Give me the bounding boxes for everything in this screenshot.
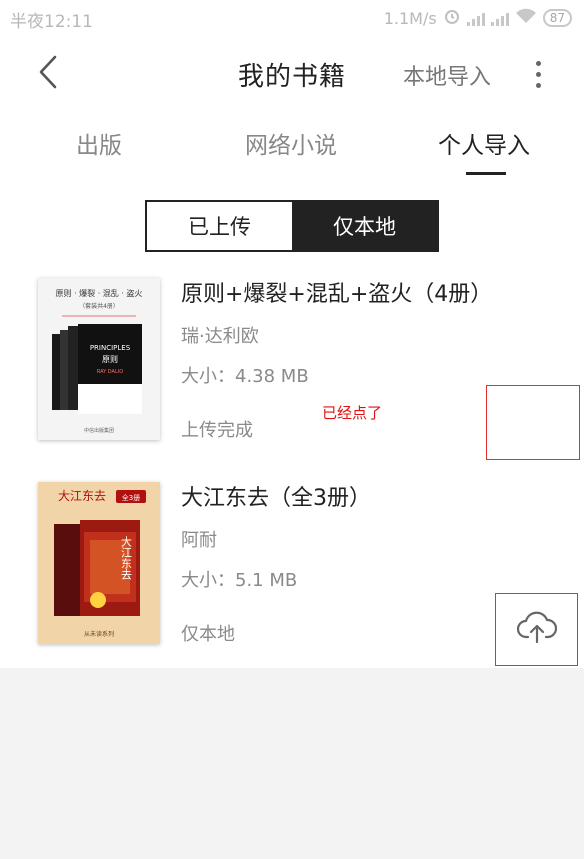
segment-uploaded[interactable]: 已上传 (147, 202, 292, 250)
battery-level: 87 (549, 11, 565, 25)
page: 半夜12:11 1.1M/s 87 我的书籍 本地导入 出版 网络小说 个人导入 (0, 0, 584, 668)
tab-publish[interactable]: 出版 (76, 126, 122, 160)
cover-badge: 全3册 (122, 493, 140, 502)
book-status: 仅本地 (181, 624, 235, 645)
cover-headline: 原则 · 爆裂 · 混乱 · 盗火 (56, 288, 143, 298)
cloud-upload-icon (516, 611, 558, 649)
cover-english-title: PRINCIPLES (90, 344, 131, 352)
tab-active-indicator (466, 172, 506, 175)
status-time: 半夜12:11 (10, 12, 93, 32)
cover-headline: 大江东去 (58, 489, 106, 503)
annotation-note: 已经点了 (322, 404, 383, 422)
cover-vertical-title: 大江东去 (120, 535, 133, 580)
category-tabs: 出版 网络小说 个人导入 (0, 120, 584, 180)
local-import-button[interactable]: 本地导入 (403, 59, 491, 91)
alarm-icon (443, 7, 461, 29)
book-cover: 大江东去 全3册 大江东去 从未读系列 (38, 482, 160, 644)
status-bar: 半夜12:11 1.1M/s 87 (0, 0, 584, 36)
page-title: 我的书籍 (237, 62, 346, 92)
cover-publisher: 中信出版集团 (84, 427, 114, 434)
cover-publisher: 从未读系列 (84, 630, 114, 638)
tab-web-novel[interactable]: 网络小说 (245, 126, 337, 160)
book-title: 原则+爆裂+混乱+盗火（4册） (181, 282, 493, 307)
status-right: 1.1M/s 87 (384, 7, 572, 29)
cover-chinese-title: 原则 (102, 354, 118, 364)
cover-subtitle: （套装共4册） (79, 302, 119, 310)
more-vertical-icon[interactable] (528, 54, 548, 94)
battery-icon: 87 (542, 9, 572, 27)
signal-icon-2 (490, 10, 509, 26)
network-speed: 1.1M/s (383, 8, 437, 28)
upload-filter-segment: 已上传 仅本地 (145, 200, 439, 252)
tab-personal-import[interactable]: 个人导入 (438, 126, 530, 160)
cover-author: RAY DALIO (97, 369, 123, 375)
book-size: 大小：4.38 MB (181, 366, 309, 387)
app-header: 我的书籍 本地导入 (0, 44, 584, 104)
segment-local-only[interactable]: 仅本地 (292, 202, 437, 250)
book-size: 大小：5.1 MB (181, 570, 298, 591)
book-title: 大江东去（全3册） (181, 486, 371, 511)
book-author: 瑞·达利欧 (181, 326, 259, 347)
book-cover: 原则 · 爆裂 · 混乱 · 盗火 （套装共4册） PRINCIPLES 原则 … (38, 278, 160, 440)
wifi-icon (515, 8, 537, 28)
signal-icon (466, 10, 485, 26)
upload-button[interactable] (496, 594, 578, 666)
book-author: 阿耐 (181, 530, 217, 551)
annotation-box (486, 385, 580, 460)
book-status: 上传完成 (181, 420, 253, 441)
